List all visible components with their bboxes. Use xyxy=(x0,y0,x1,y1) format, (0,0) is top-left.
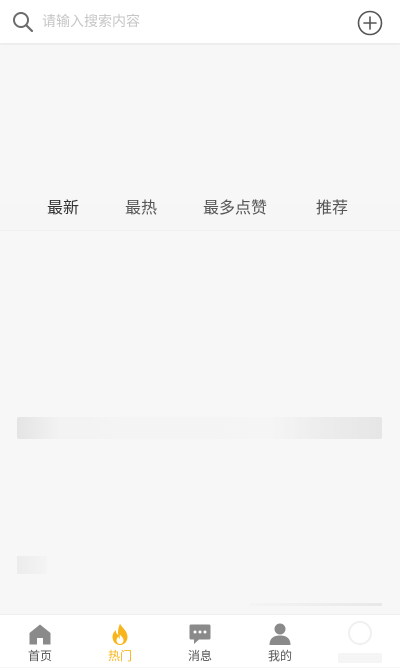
loading-placeholder-block xyxy=(17,556,47,574)
message-icon xyxy=(189,624,211,644)
tab-mine-label: 我的 xyxy=(267,649,292,663)
sort-tabs: 最新 最热 最多点赞 推荐 xyxy=(0,186,400,231)
search-placeholder[interactable]: 请输入搜索内容 xyxy=(42,13,140,31)
home-icon xyxy=(29,624,51,645)
user-icon xyxy=(269,623,291,645)
tab-hot[interactable]: 热门 xyxy=(90,615,150,668)
tab-mine[interactable]: 我的 xyxy=(250,615,310,668)
sort-tab-recommended[interactable]: 推荐 xyxy=(316,198,348,218)
plus-circle-icon[interactable] xyxy=(357,10,383,36)
sort-tab-hottest[interactable]: 最热 xyxy=(125,198,157,218)
tab-home-label: 首页 xyxy=(27,649,52,663)
tab-hot-label: 热门 xyxy=(107,649,132,663)
loading-circle-icon xyxy=(348,621,372,645)
loading-placeholder-line xyxy=(250,603,382,606)
loading-placeholder-label xyxy=(338,653,382,663)
bottom-tab-bar: 首页 热门 消息 我的 xyxy=(0,614,400,667)
flame-icon xyxy=(112,623,128,645)
search-bar[interactable]: 请输入搜索内容 xyxy=(0,0,400,44)
tab-messages-label: 消息 xyxy=(187,649,212,663)
tab-home[interactable]: 首页 xyxy=(10,615,70,668)
loading-placeholder-bar xyxy=(17,417,382,439)
tab-placeholder xyxy=(330,615,390,668)
feed-content xyxy=(0,45,400,614)
search-icon xyxy=(13,12,34,33)
tab-messages[interactable]: 消息 xyxy=(170,615,230,668)
sort-tab-most-liked[interactable]: 最多点赞 xyxy=(203,198,267,218)
sort-tab-latest[interactable]: 最新 xyxy=(47,198,79,218)
